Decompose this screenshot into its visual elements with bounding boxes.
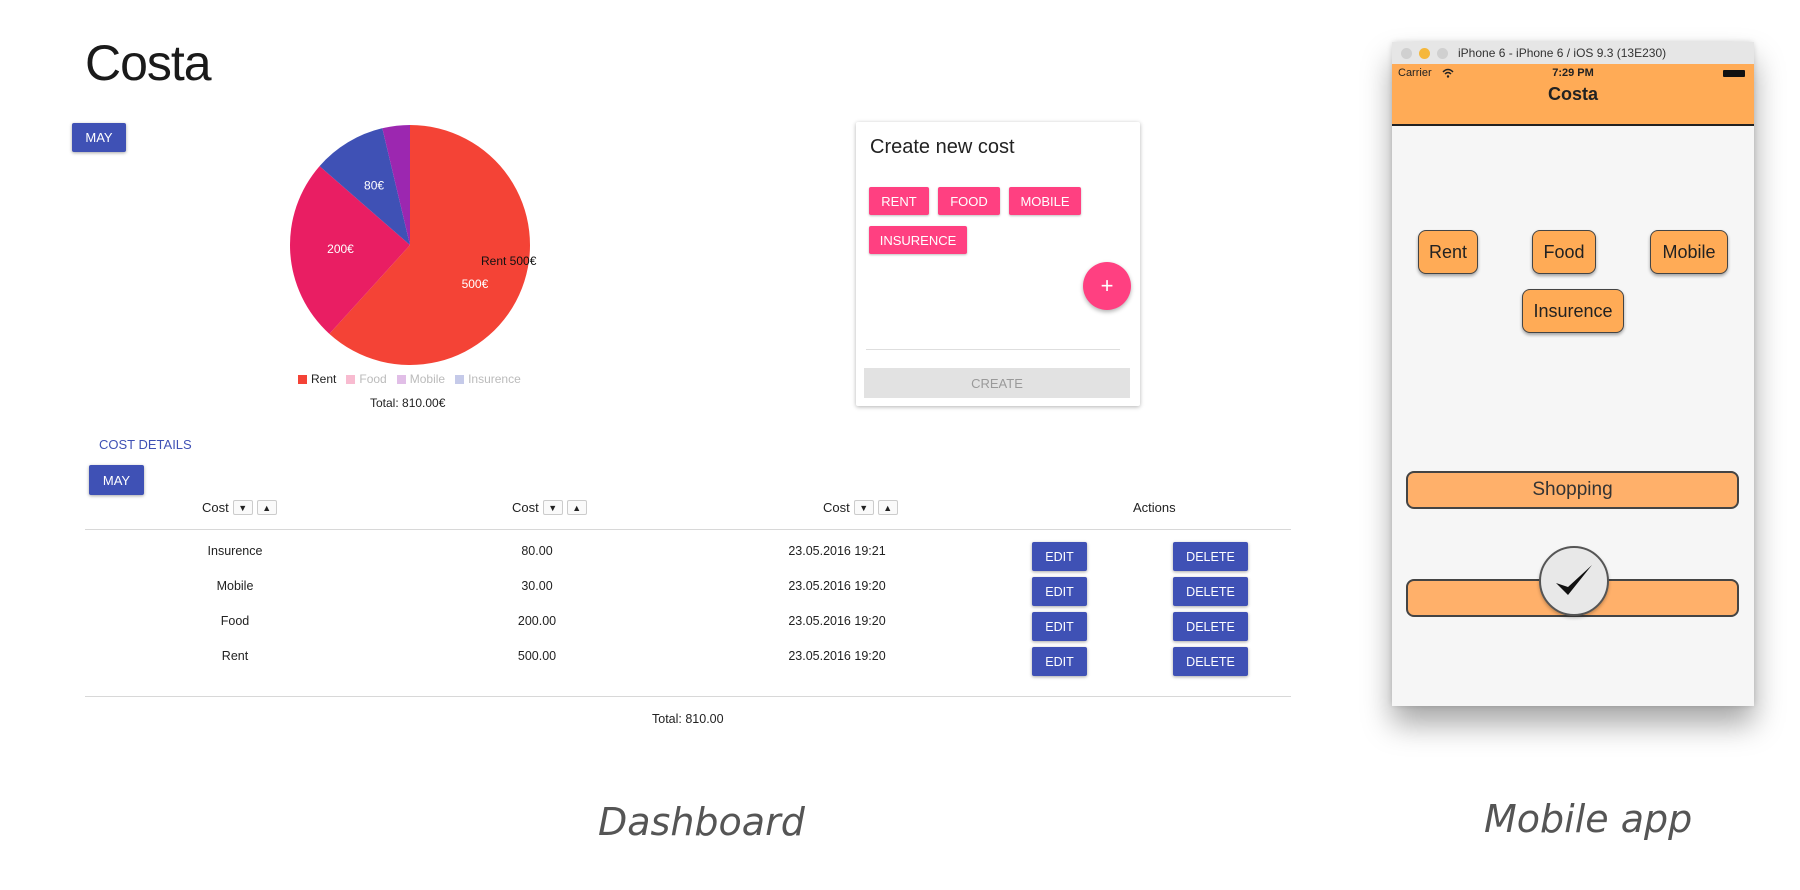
table-row: Insurence 80.00 23.05.2016 19:21 EDIT DE…: [0, 540, 1300, 575]
category-button-mobile[interactable]: Mobile: [1650, 230, 1728, 274]
header-label: Cost: [202, 500, 229, 515]
card-title: Create new cost: [870, 136, 1015, 158]
minimize-window-button[interactable]: [1419, 48, 1430, 59]
header-label: Cost: [512, 500, 539, 515]
table-row: Rent 500.00 23.05.2016 19:20 EDIT DELETE: [0, 645, 1300, 680]
cost-amount: 30.00: [521, 579, 553, 593]
column-header-date: Cost ▼ ▲: [823, 500, 898, 515]
category-chip-rent[interactable]: RENT: [869, 187, 929, 215]
month-button[interactable]: MAY: [72, 123, 126, 152]
legend-swatch: [346, 374, 356, 384]
add-fab-button[interactable]: +: [1083, 262, 1131, 310]
sort-desc-button[interactable]: ▼: [542, 500, 563, 515]
table-row: Food 200.00 23.05.2016 19:20 EDIT DELETE: [0, 610, 1300, 645]
simulator-title: iPhone 6 - iPhone 6 / iOS 9.3 (13E230): [1458, 46, 1667, 60]
cost-name: Food: [220, 614, 250, 628]
sort-asc-button[interactable]: ▲: [256, 500, 277, 515]
ios-screen: Rent Food Mobile Insurence Shopping 30.4…: [1392, 126, 1754, 706]
dashboard-caption: Dashboard: [598, 800, 805, 844]
category-button-insurence[interactable]: Insurence: [1522, 289, 1624, 333]
category-chip-insurence[interactable]: INSURENCE: [869, 226, 967, 254]
cost-amount: 500.00: [517, 649, 557, 663]
chart-total: Total: 810.00€: [370, 396, 446, 410]
edit-button[interactable]: EDIT: [1032, 612, 1087, 641]
pie-slice-label: 200€: [327, 242, 354, 256]
input-underline[interactable]: [866, 349, 1120, 350]
table-row: Mobile 30.00 23.05.2016 19:20 EDIT DELET…: [0, 575, 1300, 610]
edit-button[interactable]: EDIT: [1032, 542, 1087, 571]
cost-date: 23.05.2016 19:20: [788, 614, 886, 628]
checkmark-icon: [1556, 565, 1592, 595]
cost-amount: 200.00: [517, 614, 557, 628]
legend-label: Food: [359, 372, 387, 386]
description-input[interactable]: Shopping: [1406, 471, 1739, 509]
mobile-caption: Mobile app: [1484, 797, 1693, 841]
legend-label: Mobile: [409, 372, 446, 386]
category-chip-mobile[interactable]: MOBILE: [1009, 187, 1081, 215]
legend-label: Insurence: [468, 372, 521, 386]
header-label: Actions: [1133, 500, 1176, 515]
iphone-simulator-window: iPhone 6 - iPhone 6 / iOS 9.3 (13E230) C…: [1392, 42, 1754, 706]
legend-item-rent[interactable]: Rent: [298, 372, 336, 386]
legend-item-food[interactable]: Food: [346, 372, 387, 386]
sort-asc-button[interactable]: ▲: [566, 500, 587, 515]
pie-hover-label: Rent 500€: [481, 254, 537, 268]
cost-name: Mobile: [216, 579, 254, 593]
cost-date: 23.05.2016 19:21: [788, 544, 886, 558]
create-button[interactable]: CREATE: [864, 368, 1130, 398]
app-title: Costa: [85, 35, 212, 91]
header-divider: [85, 529, 1291, 530]
cost-name: Rent: [221, 649, 249, 663]
simulator-title-bar: iPhone 6 - iPhone 6 / iOS 9.3 (13E230): [1392, 42, 1754, 65]
cost-details-link[interactable]: COST DETAILS: [99, 437, 192, 452]
category-chip-food[interactable]: FOOD: [938, 187, 1000, 215]
edit-button[interactable]: EDIT: [1032, 577, 1087, 606]
category-button-food[interactable]: Food: [1532, 230, 1596, 274]
legend-label: Rent: [311, 372, 337, 386]
nav-title: Costa: [1547, 84, 1598, 104]
legend-swatch: [298, 374, 307, 384]
edit-button[interactable]: EDIT: [1032, 647, 1087, 676]
column-header-actions: Actions: [1133, 500, 1176, 515]
status-time: 7:29 PM: [1552, 67, 1594, 79]
cost-amount: 80.00: [521, 544, 553, 558]
ios-nav-header: Carrier 7:29 PM Costa: [1392, 64, 1754, 126]
details-month-button[interactable]: MAY: [89, 465, 144, 495]
delete-button[interactable]: DELETE: [1173, 647, 1248, 676]
delete-button[interactable]: DELETE: [1173, 577, 1248, 606]
battery-icon: [1723, 70, 1745, 77]
cost-pie-chart: 500€ 200€ 80€ Rent 500€: [290, 125, 537, 365]
submit-button[interactable]: [1539, 546, 1609, 616]
header-label: Cost: [823, 500, 850, 515]
legend-swatch: [396, 374, 406, 384]
column-header-name: Cost ▼ ▲: [202, 500, 277, 515]
sort-desc-button[interactable]: ▼: [232, 500, 253, 515]
column-header-amount: Cost ▼ ▲: [512, 500, 587, 515]
create-cost-card: Create new cost RENT FOOD MOBILE INSUREN…: [856, 122, 1140, 406]
close-window-button[interactable]: [1401, 48, 1412, 59]
sort-desc-button[interactable]: ▼: [853, 500, 874, 515]
chart-legend: Rent Food Mobile Insurence: [298, 372, 521, 386]
footer-divider: [85, 696, 1291, 697]
table-total: Total: 810.00: [652, 712, 724, 726]
pie-slice-label: 500€: [462, 277, 489, 291]
category-button-rent[interactable]: Rent: [1418, 230, 1478, 274]
zoom-window-button[interactable]: [1437, 48, 1448, 59]
delete-button[interactable]: DELETE: [1173, 542, 1248, 571]
delete-button[interactable]: DELETE: [1173, 612, 1248, 641]
cost-date: 23.05.2016 19:20: [788, 649, 886, 663]
legend-swatch: [455, 374, 465, 384]
legend-item-mobile[interactable]: Mobile: [396, 372, 446, 386]
cost-name: Insurence: [207, 544, 263, 558]
sort-asc-button[interactable]: ▲: [877, 500, 898, 515]
legend-item-insurence[interactable]: Insurence: [455, 372, 521, 386]
cost-date: 23.05.2016 19:20: [788, 579, 886, 593]
pie-slice-label: 80€: [364, 178, 384, 192]
